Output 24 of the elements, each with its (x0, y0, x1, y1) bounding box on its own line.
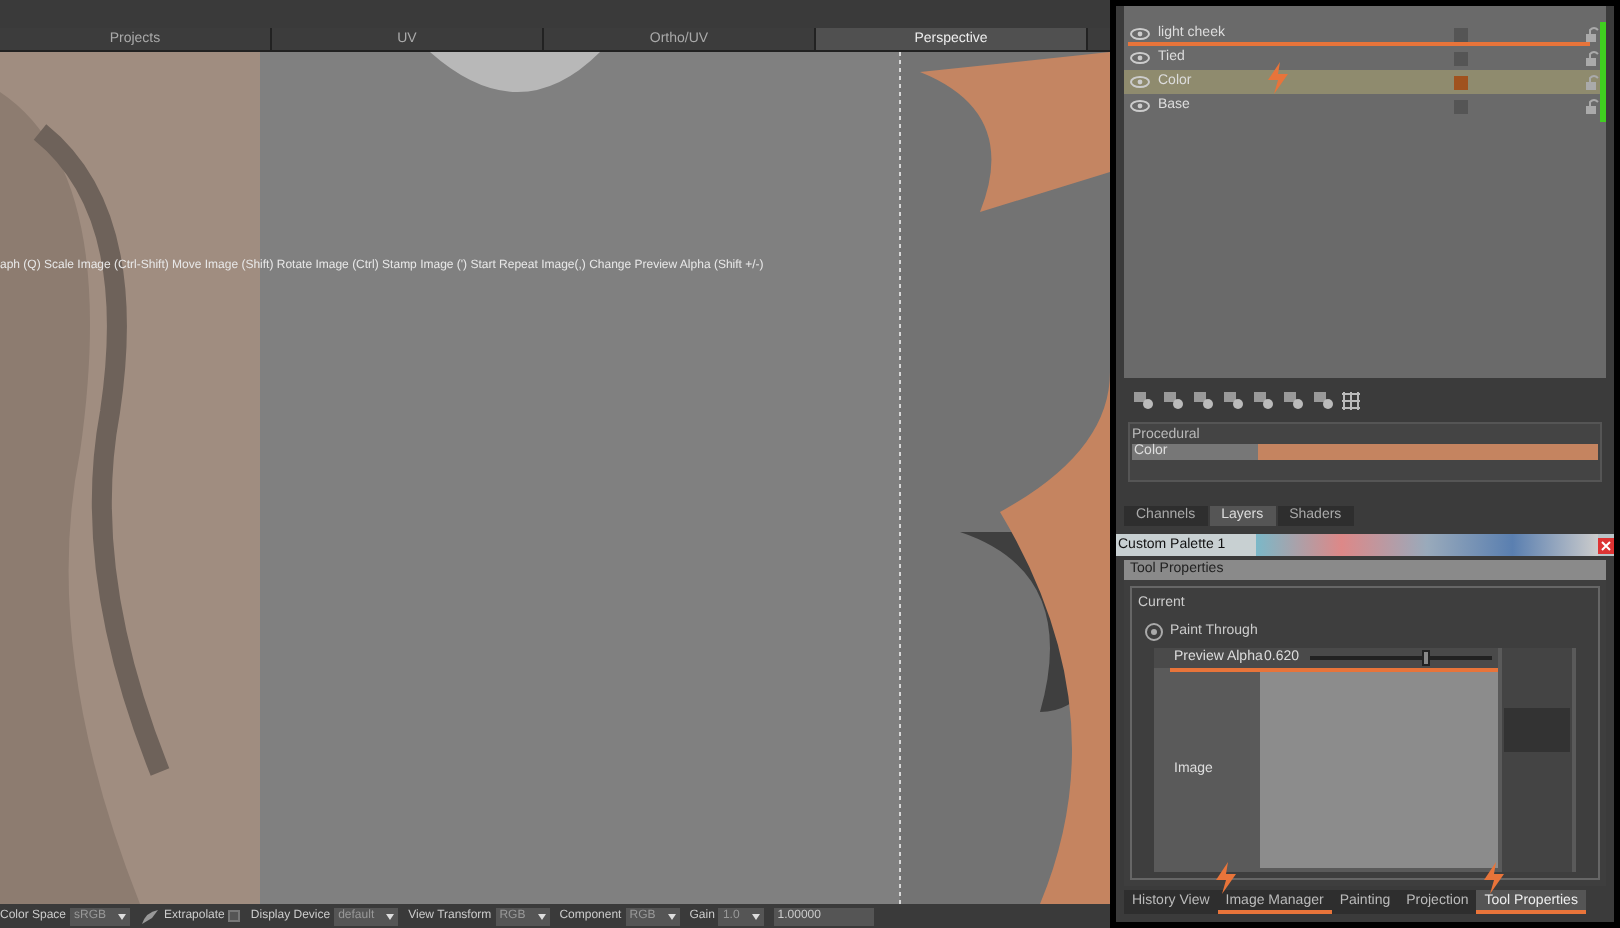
slider-thumb[interactable] (1422, 650, 1431, 666)
level-indicator (1600, 22, 1606, 122)
lightning-icon (1480, 862, 1508, 894)
eye-icon[interactable] (1130, 100, 1150, 112)
lock-icon[interactable] (1584, 26, 1600, 42)
lightning-icon (1264, 62, 1292, 94)
layer-tool-icon[interactable] (1222, 390, 1244, 410)
layer-tool-icon[interactable] (1312, 390, 1334, 410)
eye-icon[interactable] (1130, 52, 1150, 64)
scrollbar[interactable] (1502, 648, 1572, 872)
lock-icon[interactable] (1584, 50, 1600, 66)
layer-tool-icon[interactable] (1162, 390, 1184, 410)
layer-tool-icon[interactable] (1252, 390, 1274, 410)
close-icon[interactable] (1598, 537, 1614, 553)
lightning-icon (1212, 862, 1240, 894)
checkbox[interactable] (228, 910, 241, 922)
eye-icon[interactable] (1130, 28, 1150, 40)
lock-icon[interactable] (1584, 98, 1600, 114)
layer-tool-icon[interactable] (1192, 390, 1214, 410)
brush-icon[interactable] (140, 907, 161, 925)
grid-icon[interactable] (1342, 391, 1360, 409)
layer-tool-icon[interactable] (1282, 390, 1304, 410)
paint-through-icon[interactable] (1144, 621, 1164, 642)
layer-tool-icon[interactable] (1132, 390, 1154, 410)
